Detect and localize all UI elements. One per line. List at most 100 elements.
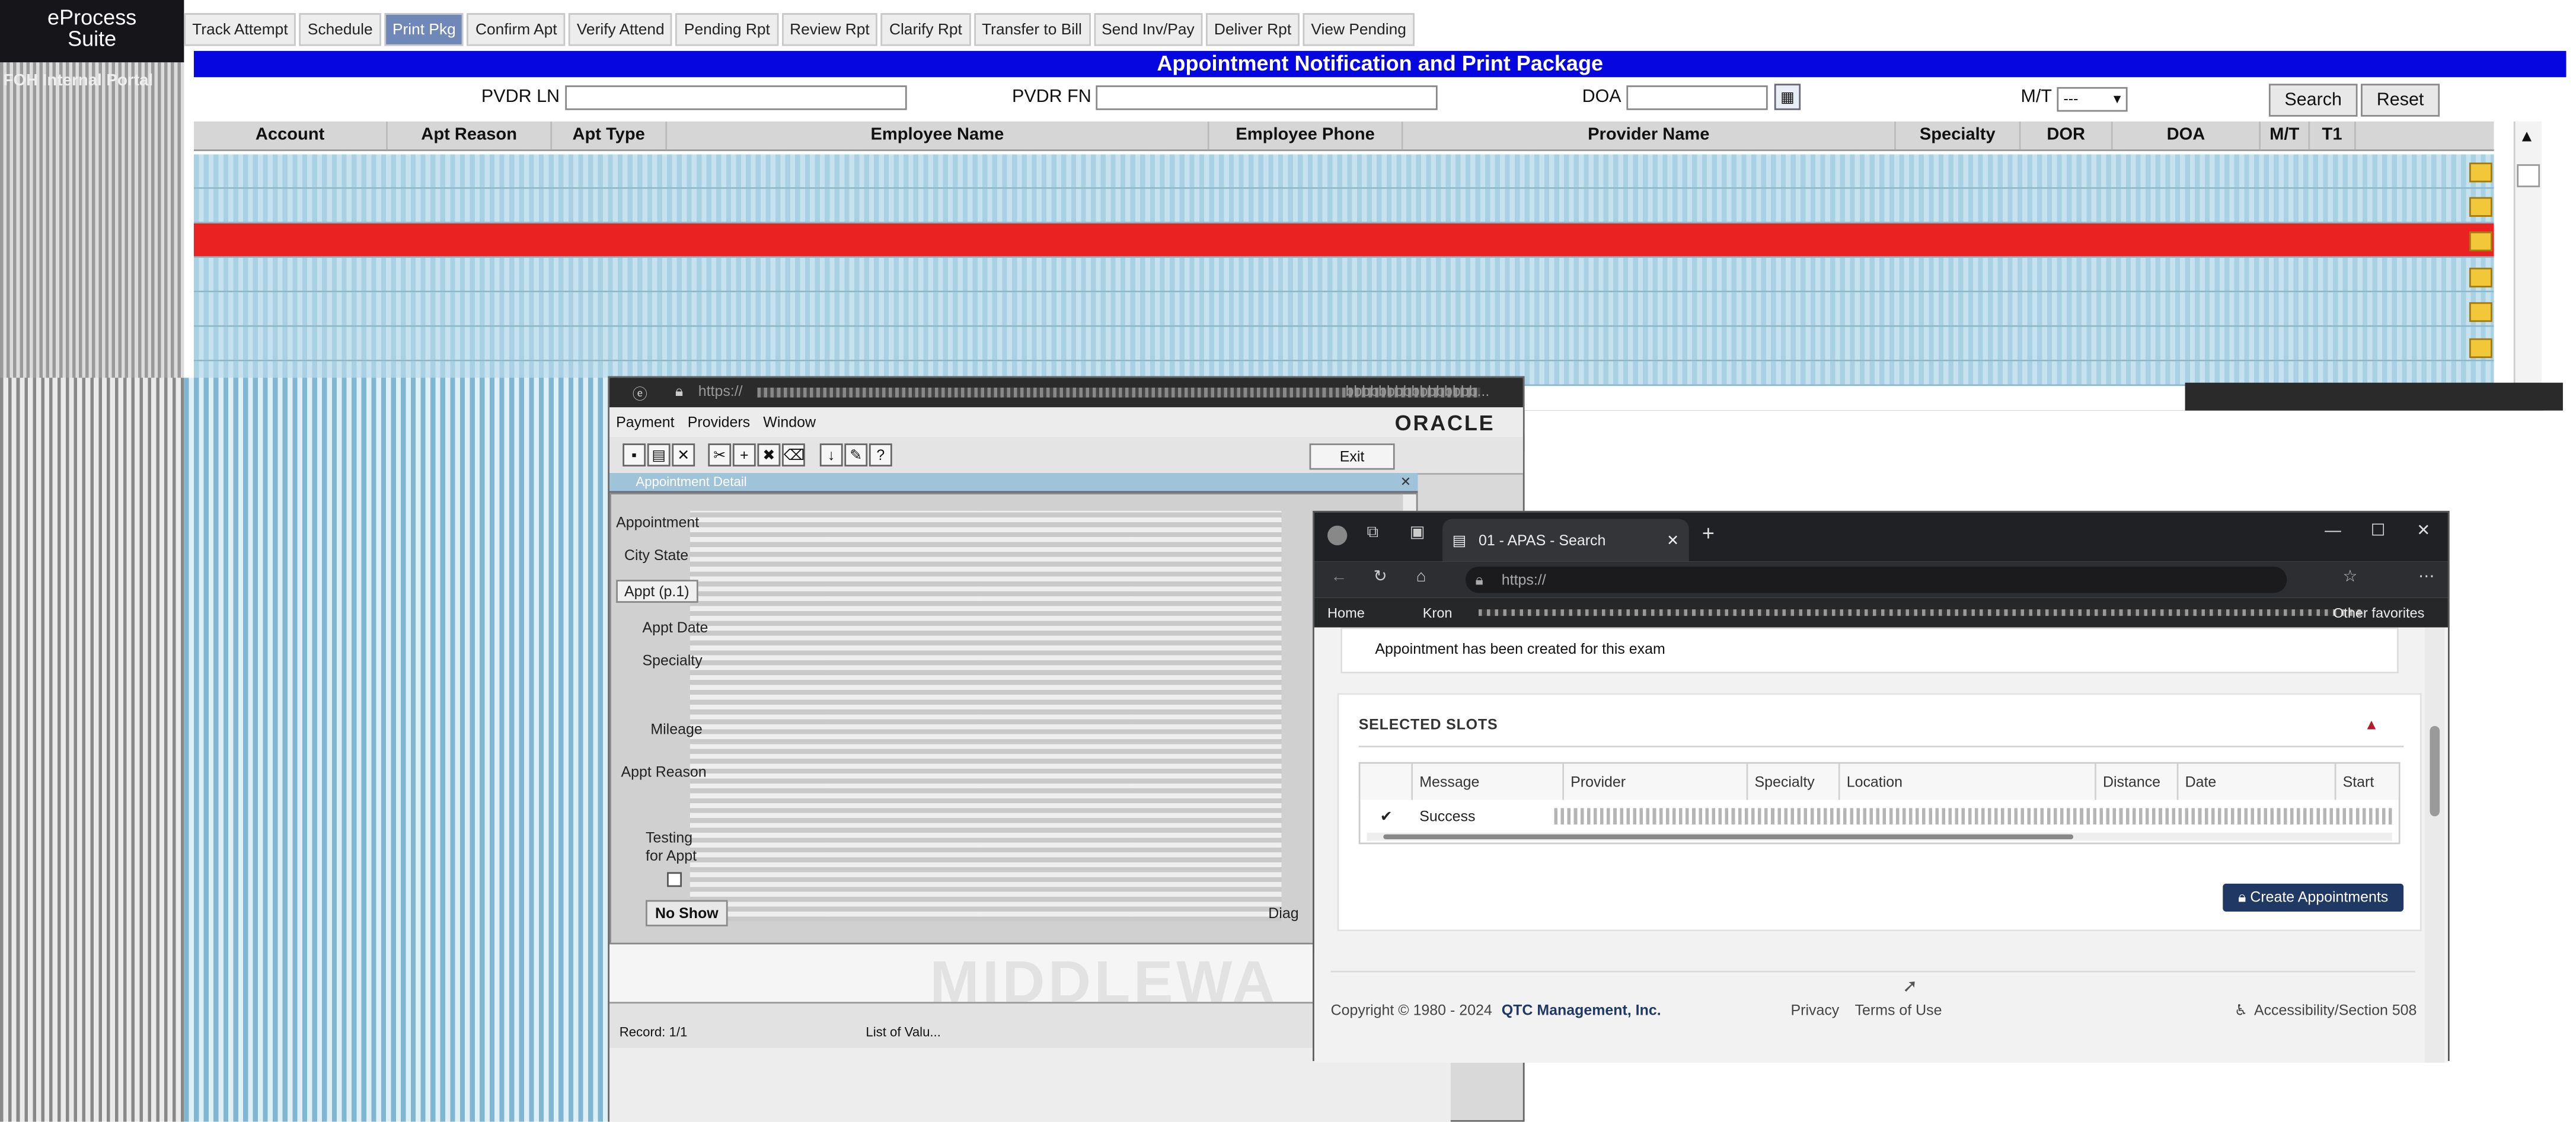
fav-kron[interactable]: Kron	[1423, 605, 1453, 621]
calendar-icon[interactable]: ▦	[1774, 84, 1801, 110]
page-scrollbar[interactable]	[2425, 627, 2445, 1063]
tab-schedule[interactable]: Schedule	[299, 13, 381, 46]
reset-button[interactable]: Reset	[2361, 84, 2440, 117]
column-header[interactable]: Location	[1840, 763, 2096, 800]
column-header[interactable]: Account	[194, 122, 388, 150]
table-row[interactable]	[193, 258, 2494, 293]
column-header[interactable]: Apt Type	[552, 122, 668, 150]
url-field[interactable]: https:// 🔒︎	[1465, 567, 2287, 593]
scroll-up-icon[interactable]: ▲	[2517, 128, 2536, 148]
tab-actions-icon[interactable]: ▣	[1410, 524, 1425, 542]
help-icon[interactable]: ?	[869, 443, 892, 466]
folder-icon[interactable]	[2469, 197, 2492, 217]
close-icon[interactable]: ✕	[1400, 473, 1412, 493]
table-row-selected[interactable]	[193, 223, 2494, 258]
column-header[interactable]: Provider	[1564, 763, 1748, 800]
tab-confirm-apt[interactable]: Confirm Apt	[467, 13, 566, 46]
column-header[interactable]: DOA	[2113, 122, 2261, 150]
table-row[interactable]	[193, 188, 2494, 223]
edit-icon[interactable]: ✎	[844, 443, 868, 466]
new-tab-icon[interactable]: +	[1702, 520, 1715, 545]
pvdr-fn-input[interactable]	[1096, 85, 1438, 110]
profile-avatar[interactable]	[1327, 525, 1348, 546]
refresh-icon[interactable]: ↻	[1374, 568, 1387, 586]
maximize-icon[interactable]: ☐	[2371, 522, 2386, 540]
tab-pending-rpt[interactable]: Pending Rpt	[676, 13, 778, 46]
tab-review-rpt[interactable]: Review Rpt	[781, 13, 878, 46]
table-row[interactable]	[193, 154, 2494, 189]
grid-scrollbar[interactable]	[2513, 122, 2542, 385]
tab-transfer-to-bill[interactable]: Transfer to Bill	[973, 13, 1090, 46]
column-header[interactable]: Specialty	[1896, 122, 2021, 150]
privacy-link[interactable]: Privacy	[1790, 1002, 1839, 1018]
home-icon[interactable]: ⌂	[1416, 568, 1426, 586]
close-tab-icon[interactable]: ✕	[1667, 519, 1679, 562]
clear-icon[interactable]: ⌫	[782, 443, 805, 466]
horizontal-scrollbar[interactable]	[1367, 832, 2392, 841]
accessibility-link[interactable]: Accessibility/Section 508	[2254, 1002, 2417, 1018]
back-icon[interactable]: ←	[1331, 568, 1348, 586]
fav-other-favorites[interactable]: Other favorites	[2333, 605, 2424, 621]
workspaces-icon[interactable]: ⧉	[1367, 524, 1379, 542]
browser-tab-apas[interactable]: 01 - APAS - Search ▤ ✕	[1442, 519, 1689, 562]
column-header[interactable]: DOR	[2020, 122, 2113, 150]
mt-select[interactable]: --- ▾	[2057, 87, 2128, 112]
column-header[interactable]: Provider Name	[1403, 122, 1896, 150]
column-header[interactable]: Apt Reason	[388, 122, 553, 150]
no-show-button[interactable]: No Show	[646, 900, 728, 926]
scrollbar-thumb[interactable]	[1383, 834, 2074, 840]
collapse-icon[interactable]: ▲	[2364, 716, 2379, 733]
column-header[interactable]: Message	[1413, 763, 1565, 800]
close-window-icon[interactable]: ✕	[2417, 522, 2430, 540]
column-header[interactable]: M/T	[2261, 122, 2310, 150]
tab-deliver-rpt[interactable]: Deliver Rpt	[1206, 13, 1300, 46]
tab-track-attempt[interactable]: Track Attempt	[184, 13, 296, 46]
fav-home[interactable]: Home	[1327, 605, 1365, 621]
oracle-url[interactable]: https://	[698, 383, 743, 399]
tab-print-pkg[interactable]: Print Pkg	[384, 13, 464, 46]
testing-checkbox[interactable]	[667, 872, 682, 887]
pvdr-ln-input[interactable]	[565, 85, 907, 110]
folder-icon[interactable]	[2469, 338, 2492, 359]
column-header[interactable]: T1	[2310, 122, 2356, 150]
menu-providers[interactable]: Providers	[681, 407, 757, 437]
tab-verify-attend[interactable]: Verify Attend	[568, 13, 673, 46]
print-icon[interactable]: ▤	[647, 443, 671, 466]
exit-button[interactable]: Exit	[1309, 443, 1395, 470]
cut-icon[interactable]: ✂	[708, 443, 732, 466]
download-icon[interactable]: ↓	[819, 443, 843, 466]
more-icon[interactable]: ⋯	[2418, 568, 2435, 586]
scroll-thumb[interactable]	[2517, 164, 2540, 187]
tab-appt-p1[interactable]: Appt (p.1)	[616, 580, 698, 603]
folder-icon[interactable]	[2469, 302, 2492, 322]
doa-input[interactable]	[1626, 85, 1768, 110]
diag-label[interactable]: Diag	[1268, 905, 1298, 922]
column-header[interactable]: Distance	[2096, 763, 2179, 800]
company-link[interactable]: QTC Management, Inc.	[1502, 1002, 1661, 1018]
search-button[interactable]: Search	[2268, 84, 2358, 117]
menu-window[interactable]: Window	[756, 407, 822, 437]
terms-link[interactable]: Terms of Use	[1855, 1002, 1942, 1018]
tab-send-inv-pay[interactable]: Send Inv/Pay	[1093, 13, 1203, 46]
table-row[interactable]	[193, 327, 2494, 362]
insert-record-icon[interactable]: +	[732, 443, 756, 466]
folder-icon[interactable]	[2469, 162, 2492, 183]
table-row[interactable]	[193, 292, 2494, 327]
menu-payment[interactable]: Payment	[609, 407, 681, 437]
create-appointments-button[interactable]: 🔒︎ Create Appointments	[2223, 883, 2404, 912]
tab-view-pending[interactable]: View Pending	[1303, 13, 1415, 46]
tab-clarify-rpt[interactable]: Clarify Rpt	[881, 13, 971, 46]
column-header[interactable]: Start Tim	[2336, 763, 2399, 826]
page-scrollbar-thumb[interactable]	[2430, 725, 2440, 817]
delete-record-icon[interactable]: ✖	[757, 443, 781, 466]
column-header[interactable]: Specialty	[1748, 763, 1840, 800]
save-icon[interactable]: ▪	[623, 443, 646, 466]
folder-icon[interactable]	[2469, 231, 2492, 251]
minimize-icon[interactable]: —	[2325, 522, 2341, 540]
column-header[interactable]: Date	[2178, 763, 2336, 800]
favorites-icon[interactable]: ☆	[2343, 568, 2358, 586]
folder-icon[interactable]	[2469, 267, 2492, 287]
close-form-icon[interactable]: ✕	[672, 443, 695, 466]
column-header[interactable]: Employee Phone	[1209, 122, 1403, 150]
column-header[interactable]: Employee Name	[667, 122, 1209, 150]
